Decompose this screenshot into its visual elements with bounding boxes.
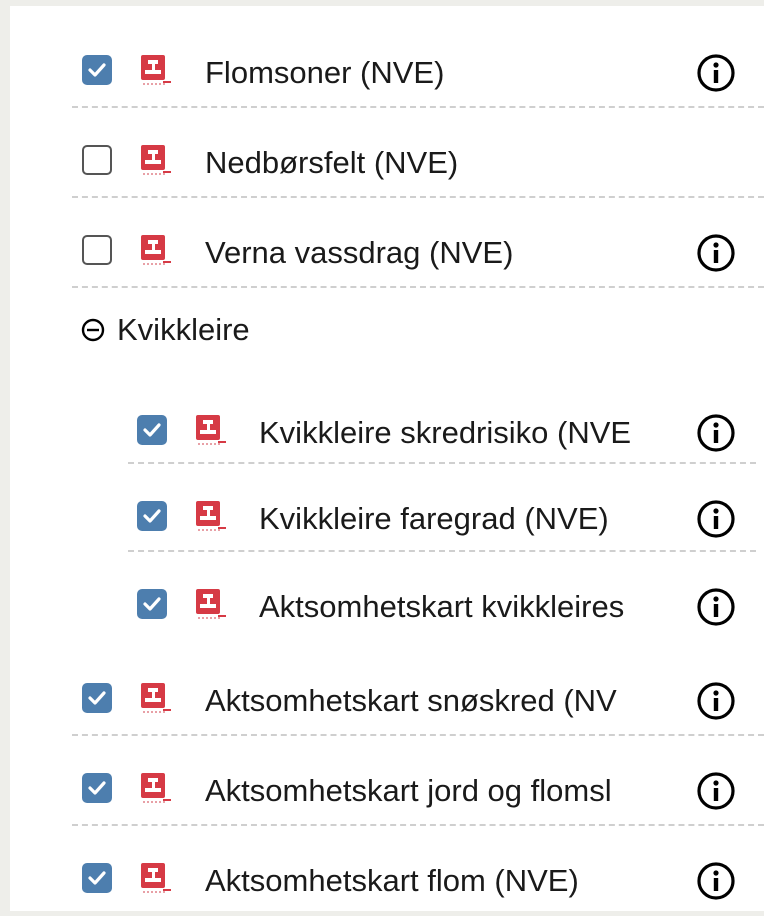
info-icon[interactable] — [696, 499, 736, 539]
layer-row-kvikkleire-faregrad[interactable]: Kvikkleire faregrad (NVE) — [10, 466, 764, 554]
info-icon[interactable] — [696, 233, 736, 273]
layer-row-flomsoner[interactable]: Flomsoner (NVE) — [10, 20, 764, 108]
layer-checkbox[interactable] — [82, 773, 112, 803]
layer-row-kvikkleire-skredrisiko[interactable]: Kvikkleire skredrisiko (NVE — [10, 380, 764, 468]
layer-checkbox[interactable] — [137, 589, 167, 619]
layer-row-nedborsfelt[interactable]: Nedbørsfelt (NVE) — [10, 110, 764, 198]
layer-icon — [196, 415, 226, 445]
layer-icon — [196, 501, 226, 531]
divider — [72, 286, 764, 288]
layer-label: Flomsoner (NVE) — [205, 56, 445, 90]
layer-icon — [141, 55, 171, 85]
info-icon[interactable] — [696, 587, 736, 627]
layer-checkbox[interactable] — [137, 415, 167, 445]
divider — [128, 462, 756, 464]
minus-circle-icon[interactable] — [81, 318, 105, 342]
layer-list-panel: Flomsoner (NVE) Nedbørsfelt (NVE) Verna … — [10, 6, 764, 911]
layer-label: Kvikkleire skredrisiko (NVE — [259, 416, 632, 450]
divider — [72, 824, 764, 826]
divider — [72, 106, 764, 108]
layer-checkbox[interactable] — [82, 235, 112, 265]
info-icon[interactable] — [696, 771, 736, 811]
layer-row-aktsomhetskart-flom[interactable]: Aktsomhetskart flom (NVE) — [10, 828, 764, 916]
layer-row-aktsomhetskart-kvikkleire[interactable]: Aktsomhetskart kvikkleires — [10, 554, 764, 642]
layer-checkbox[interactable] — [82, 683, 112, 713]
layer-label: Aktsomhetskart snøskred (NV — [205, 684, 617, 718]
info-icon[interactable] — [696, 413, 736, 453]
layer-label: Verna vassdrag (NVE) — [205, 236, 514, 270]
divider — [72, 734, 764, 736]
divider — [72, 196, 764, 198]
layer-label: Aktsomhetskart jord og flomsl — [205, 774, 612, 808]
layer-label: Nedbørsfelt (NVE) — [205, 146, 459, 180]
info-icon[interactable] — [696, 681, 736, 721]
layer-icon — [141, 235, 171, 265]
layer-icon — [141, 145, 171, 175]
layer-icon — [196, 589, 226, 619]
layer-row-verna-vassdrag[interactable]: Verna vassdrag (NVE) — [10, 200, 764, 288]
layer-checkbox[interactable] — [82, 863, 112, 893]
layer-icon — [141, 863, 171, 893]
layer-row-aktsomhetskart-snoskred[interactable]: Aktsomhetskart snøskred (NV — [10, 648, 764, 736]
info-icon[interactable] — [696, 53, 736, 93]
layer-checkbox[interactable] — [82, 55, 112, 85]
info-icon[interactable] — [696, 861, 736, 901]
group-label-kvikkleire[interactable]: Kvikkleire — [117, 313, 250, 347]
layer-checkbox[interactable] — [82, 145, 112, 175]
divider — [128, 550, 756, 552]
layer-checkbox[interactable] — [137, 501, 167, 531]
layer-row-aktsomhetskart-jord-og-flomskred[interactable]: Aktsomhetskart jord og flomsl — [10, 738, 764, 826]
layer-label: Kvikkleire faregrad (NVE) — [259, 502, 609, 536]
layer-icon — [141, 773, 171, 803]
layer-label: Aktsomhetskart flom (NVE) — [205, 864, 579, 898]
layer-label: Aktsomhetskart kvikkleires — [259, 590, 625, 624]
layer-icon — [141, 683, 171, 713]
